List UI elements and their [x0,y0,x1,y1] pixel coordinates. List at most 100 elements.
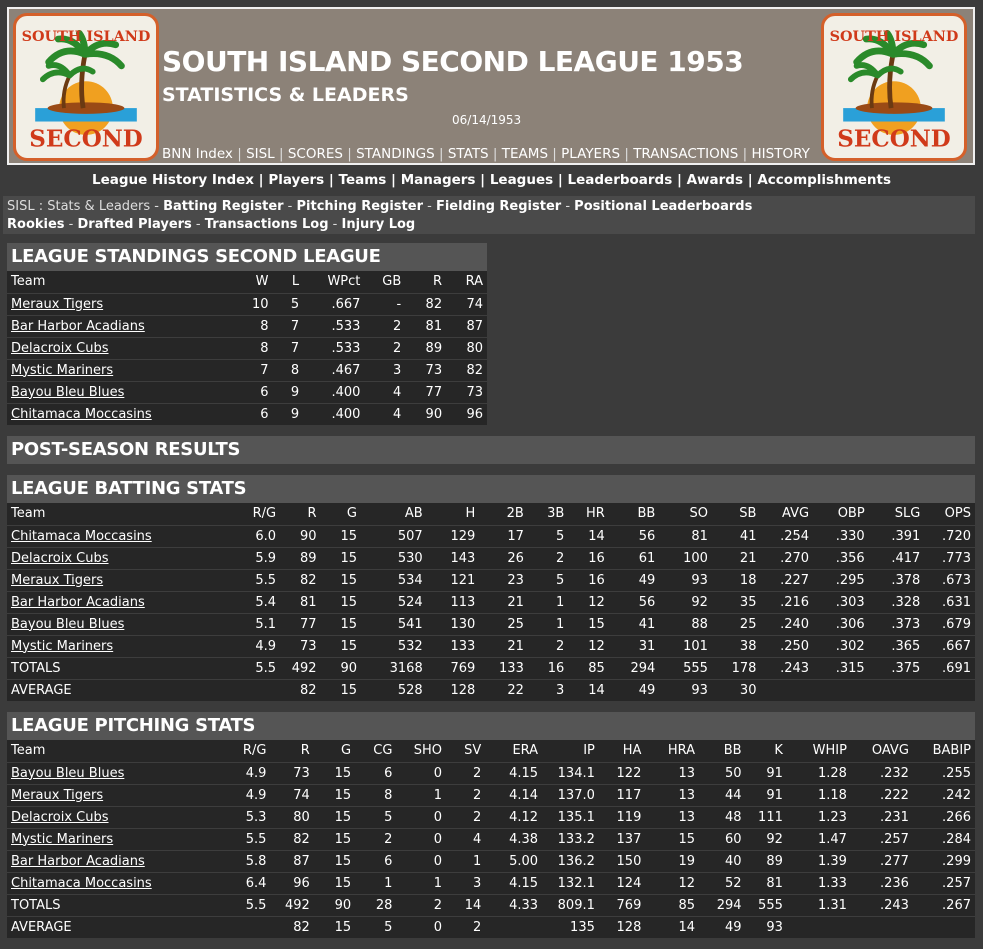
history-nav-link-4[interactable]: Leagues [490,172,553,188]
stat-cell: .417 [868,546,925,569]
team-link[interactable]: Chitamaca Moccasins [11,407,152,422]
column-header: HR [568,503,609,525]
logo-top-text: SOUTH ISLAND [22,28,151,45]
nav-link-1[interactable]: SISL [246,146,275,162]
column-header: G [313,740,356,762]
column-header: R/G [229,740,271,762]
stat-cell: 23 [479,568,528,591]
stat-cell: 0 [396,827,446,850]
history-nav-link-7[interactable]: Accomplishments [757,172,891,188]
table-row: Bayou Bleu Blues 6 9.400 4 77 73 [7,380,487,403]
nav-separator: | [342,146,357,162]
nav-link-2[interactable]: SCORES [288,146,343,162]
history-nav-link-2[interactable]: Teams [339,172,387,188]
team-link[interactable]: Mystic Mariners [11,832,113,847]
table-header-row: Team R/G R G CG SHO SV ERA IP HA HRA BB K WHIP OAVG BAB… [7,740,975,762]
team-link[interactable]: Chitamaca Moccasins [11,876,152,891]
stats-nav-link-2[interactable]: Fielding Register [436,199,561,214]
stat-cell: 35 [711,590,761,613]
team-link[interactable]: Meraux Tigers [11,573,103,588]
nav-link-8[interactable]: HISTORY [752,146,810,162]
stat-cell [760,678,814,701]
stat-cell: 15 [320,634,361,657]
team-cell: Delacroix Cubs [7,336,242,359]
stat-cell: 9 [272,402,304,425]
history-nav-link-1[interactable]: Players [268,172,324,188]
stat-cell: 1.18 [786,783,851,806]
stat-cell: 96 [270,871,314,894]
team-link[interactable]: Bayou Bleu Blues [11,385,124,400]
team-link[interactable]: Delacroix Cubs [11,551,109,566]
table-header-row: Team R/G R G AB H 2B 3B HR BB SO SB AVG OBP SLG OPS [7,503,975,525]
stat-cell: 6 [355,849,397,872]
history-nav-link-0[interactable]: League History Index [92,172,254,188]
nav-link-3[interactable]: STANDINGS [356,146,435,162]
column-header: AB [360,503,427,525]
column-header: G [320,503,361,525]
nav-link-4[interactable]: STATS [448,146,489,162]
team-link[interactable]: Bar Harbor Acadians [11,319,145,334]
stat-cell: 93 [659,678,712,701]
team-link[interactable]: Bayou Bleu Blues [11,766,124,781]
stat-cell: .266 [912,805,975,828]
nav-link-6[interactable]: PLAYERS [561,146,620,162]
team-link[interactable]: Bayou Bleu Blues [11,617,124,632]
nav-link-5[interactable]: TEAMS [502,146,548,162]
stats-nav-link-6[interactable]: Transactions Log [205,217,329,232]
team-cell: Bar Harbor Acadians [7,849,230,872]
league-logo-right[interactable]: SOUTH ISLAND SECOND [821,13,967,161]
nav-separator: | [274,146,288,162]
stat-cell: 555 [745,893,787,916]
stat-cell: 4 [364,402,406,425]
stat-cell: 5.5 [244,656,281,679]
stat-cell: 21 [711,546,761,569]
nav-separator: | [738,146,752,162]
stat-cell: 4 [364,380,406,403]
team-cell: Mystic Mariners [7,634,245,657]
stats-nav-link-3[interactable]: Positional Leaderboards [574,199,752,214]
stat-cell: 15 [313,871,356,894]
postseason-title: POST-SEASON RESULTS [7,436,975,464]
stat-cell: 7 [241,358,273,381]
stats-nav-link-5[interactable]: Drafted Players [78,217,192,232]
stat-cell: 2 [364,314,406,337]
stat-cell: 100 [659,546,712,569]
stat-cell: 4.15 [485,871,543,894]
league-logo-left[interactable]: SOUTH ISLAND SECOND [13,13,159,161]
team-link[interactable]: Chitamaca Moccasins [11,529,152,544]
stat-cell: .284 [912,827,975,850]
stat-cell: 22 [479,678,528,701]
stat-cell [912,915,975,938]
stat-cell: 0 [396,761,446,784]
team-link[interactable]: Bar Harbor Acadians [11,595,145,610]
stats-nav-link-0[interactable]: Batting Register [163,199,283,214]
team-link[interactable]: Meraux Tigers [11,788,103,803]
nav-separator: | [488,146,502,162]
stats-nav-link-7[interactable]: Injury Log [341,217,415,232]
stat-cell: 82 [270,915,314,938]
stat-cell: 6.0 [244,524,281,547]
team-link[interactable]: Bar Harbor Acadians [11,854,145,869]
team-link[interactable]: Meraux Tigers [11,297,103,312]
history-nav-link-3[interactable]: Managers [401,172,476,188]
stat-cell: 30 [711,678,761,701]
table-row: Bar Harbor Acadians 8 7.533 2 81 87 [7,314,487,337]
column-header: BB [608,503,660,525]
nav-link-0[interactable]: BNN Index [162,146,233,162]
stat-cell: 93 [745,915,787,938]
stats-nav-link-4[interactable]: Rookies [7,217,65,232]
stat-cell: .673 [924,568,975,591]
nav-link-7[interactable]: TRANSACTIONS [633,146,738,162]
history-nav-link-5[interactable]: Leaderboards [568,172,673,188]
stat-cell: 15 [645,827,700,850]
team-link[interactable]: Delacroix Cubs [11,810,109,825]
history-nav-link-6[interactable]: Awards [687,172,743,188]
team-link[interactable]: Mystic Mariners [11,639,113,654]
stats-nav-link-1[interactable]: Pitching Register [297,199,423,214]
stat-cell: 81 [280,590,321,613]
team-link[interactable]: Delacroix Cubs [11,341,109,356]
stat-cell: 82 [405,292,447,315]
stat-cell: 4.14 [485,783,543,806]
league-header: SOUTH ISLAND SECOND SOUTH ISLAND SECOND … [7,7,975,165]
team-link[interactable]: Mystic Mariners [11,363,113,378]
